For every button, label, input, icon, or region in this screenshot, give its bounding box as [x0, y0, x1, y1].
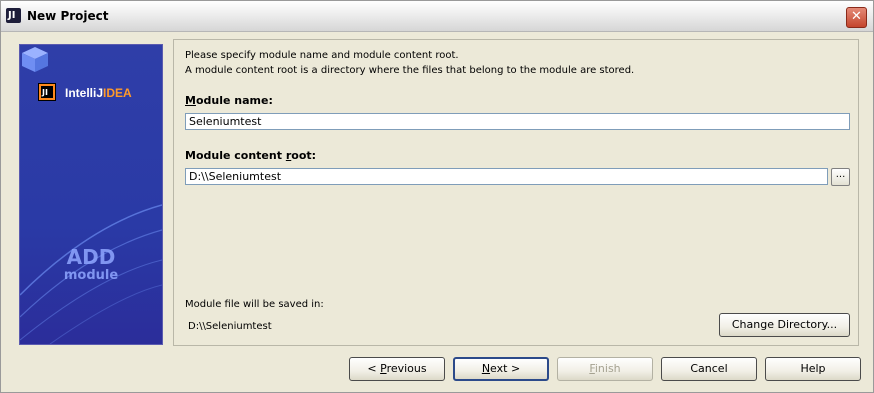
intellij-logo-icon: JI — [38, 83, 56, 101]
wizard-banner: JI IntelliJIDEA ADD module — [19, 44, 163, 345]
banner-add-text: ADD — [66, 245, 116, 269]
close-button[interactable]: ✕ — [846, 7, 867, 28]
content-root-input[interactable]: D:\\Seleniumtest — [185, 168, 828, 185]
module-name-label: Module name: — [185, 94, 273, 107]
finish-post: inish — [594, 362, 621, 375]
change-directory-button[interactable]: Change Directory... — [719, 313, 850, 337]
help-button[interactable]: Help — [765, 357, 861, 381]
title-bar[interactable]: JI New Project ✕ — [1, 1, 873, 32]
module-name-mnemonic: M — [185, 94, 196, 107]
save-path-value: D:\\Seleniumtest — [188, 321, 272, 332]
next-post: ext > — [490, 362, 521, 375]
module-name-input[interactable]: Seleniumtest — [185, 113, 850, 130]
cancel-button[interactable]: Cancel — [661, 357, 757, 381]
close-icon: ✕ — [851, 9, 862, 24]
description-line-1: Please specify module name and module co… — [185, 50, 459, 61]
new-project-dialog: JI New Project ✕ JI IntelliJIDEA ADD mod… — [0, 0, 874, 393]
logo-suffix: IDEA — [103, 86, 132, 100]
dialog-title: New Project — [27, 9, 109, 23]
previous-pre: < — [367, 362, 381, 375]
next-mnemonic: N — [481, 362, 491, 375]
module-name-label-text: odule name: — [195, 94, 273, 107]
content-root-label-post: oot: — [291, 149, 317, 162]
content-root-label-pre: Module content — [185, 149, 286, 162]
banner-module-text: module — [63, 268, 119, 283]
content-root-label: Module content root: — [185, 149, 316, 162]
previous-button[interactable]: < Previous — [349, 357, 445, 381]
next-button[interactable]: Next > — [453, 357, 549, 381]
logo-prefix: IntelliJ — [65, 86, 104, 100]
finish-button[interactable]: Finish — [557, 357, 653, 381]
description-line-2: A module content root is a directory whe… — [185, 65, 635, 76]
intellij-icon: JI — [6, 8, 21, 23]
save-info-label: Module file will be saved in: — [185, 299, 324, 310]
svg-text:JI: JI — [41, 88, 48, 97]
previous-post: revious — [386, 362, 427, 375]
module-cube-icon — [22, 47, 48, 72]
logo-text: IntelliJIDEA — [65, 86, 132, 100]
browse-button[interactable]: ... — [831, 168, 850, 186]
intellij-logo: JI IntelliJIDEA — [38, 83, 162, 103]
